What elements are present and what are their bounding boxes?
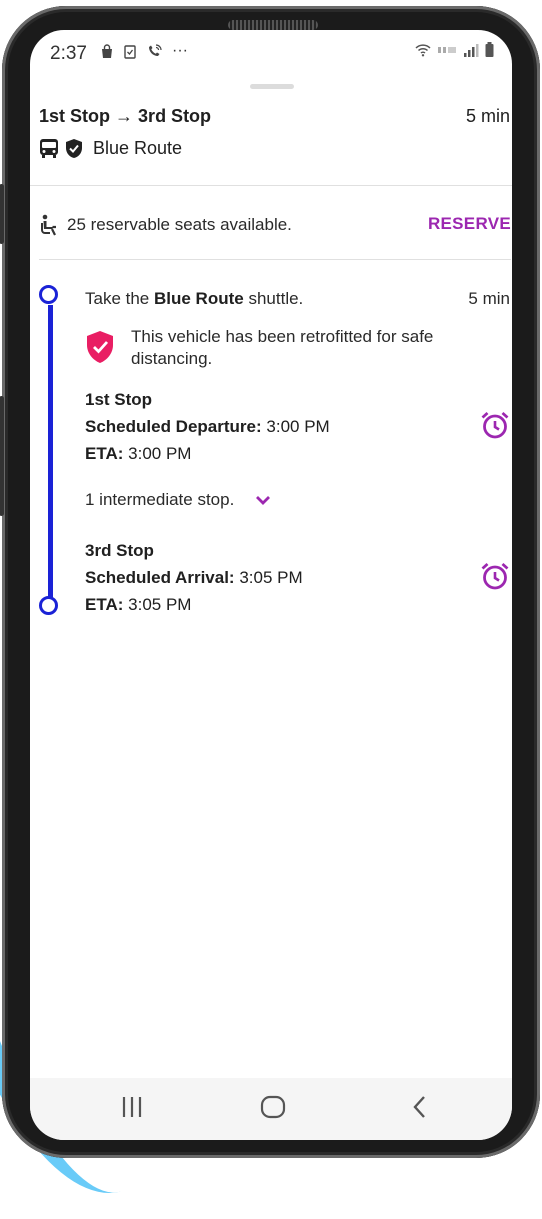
seats-row: 25 reservable seats available. RESERVE [39,212,511,238]
expand-stops-button[interactable] [254,494,272,506]
lte-icon [438,46,456,53]
intermediate-stops-row[interactable]: 1 intermediate stop. [85,490,272,510]
status-bar: 2:37 ··· [30,30,512,74]
bixby-button [0,396,4,516]
alarm-clock-icon[interactable] [480,410,510,440]
scheduled-departure: Scheduled Departure: 3:00 PM [85,413,330,440]
verified-shield-icon [66,139,82,158]
battery-icon [485,42,494,57]
seats-divider [39,259,511,260]
screen: 2:37 ··· 1st Stop → 3rd Stop 5 min Blue … [30,30,512,1140]
phone-frame: 2:37 ··· 1st Stop → 3rd Stop 5 min Blue … [0,6,540,1158]
destination-stop-marker [39,596,58,615]
scheduled-arrival: Scheduled Arrival: 3:05 PM [85,564,303,591]
intermediate-stops-text: 1 intermediate stop. [85,490,235,509]
origin-stop-marker [39,285,58,304]
wifi-icon [415,43,431,56]
departure-eta-value: 3:00 PM [128,444,192,463]
alarm-clock-icon[interactable] [480,561,510,591]
scheduled-departure-label: Scheduled Departure: [85,417,262,436]
departure-stop-name: 1st Stop [85,390,153,409]
arrival-eta: ETA: 3:05 PM [85,591,303,618]
signal-icon [464,43,479,57]
trip-duration: 5 min [465,106,510,126]
trip-arrow: → [115,106,134,126]
leg-duration: 5 min [468,289,510,308]
earpiece-speaker [228,20,318,30]
arrival-eta-value: 3:05 PM [128,595,192,614]
back-icon[interactable] [410,1094,430,1120]
take-route-name: Blue Route [154,289,244,308]
recent-apps-icon[interactable] [121,1094,143,1120]
route-name: Blue Route [93,138,183,158]
take-prefix: Take the [85,289,150,308]
trip-destination: 3rd Stop [138,106,212,126]
retrofit-text: This vehicle has been retrofitted for sa… [131,327,434,368]
seats-available-text: 25 reservable seats available. [67,215,292,234]
retrofit-notice: This vehicle has been retrofitted for sa… [85,326,505,370]
more-notifications: ··· [172,42,188,59]
departure-eta-label: ETA: [85,444,124,463]
take-shuttle-instruction: Take the Blue Route shuttle. [85,289,303,309]
safety-shield-icon [87,331,113,363]
home-icon[interactable] [260,1094,286,1120]
departure-eta: ETA: 3:00 PM [85,440,330,467]
system-icons [415,42,494,57]
route-timeline-line [48,305,53,605]
scheduled-arrival-label: Scheduled Arrival: [85,568,235,587]
arrival-stop-name: 3rd Stop [85,541,154,560]
sheet-drag-handle[interactable] [250,84,294,89]
trip-title: 1st Stop → 3rd Stop [39,106,211,127]
header-divider [30,185,512,186]
departure-stop: 1st Stop Scheduled Departure: 3:00 PM ET… [85,386,330,467]
notification-icons: ··· [100,42,188,60]
arrival-eta-label: ETA: [85,595,124,614]
clipboard-icon [124,44,136,59]
system-nav-bar [30,1078,512,1140]
chevron-down-icon [256,496,271,505]
status-time: 2:37 [50,43,87,64]
wifi-call-icon [149,43,162,56]
trip-origin: 1st Stop [39,106,111,126]
accessible-seat-icon [41,214,56,236]
scheduled-departure-value: 3:00 PM [266,417,330,436]
bus-icon [40,139,58,158]
volume-button [0,184,4,244]
take-suffix: shuttle. [248,289,304,308]
route-badge: Blue Route [39,138,182,159]
reserve-button[interactable]: RESERVE [428,214,511,234]
shopping-bag-icon [102,43,112,58]
scheduled-arrival-value: 3:05 PM [239,568,303,587]
arrival-stop: 3rd Stop Scheduled Arrival: 3:05 PM ETA:… [85,537,303,618]
